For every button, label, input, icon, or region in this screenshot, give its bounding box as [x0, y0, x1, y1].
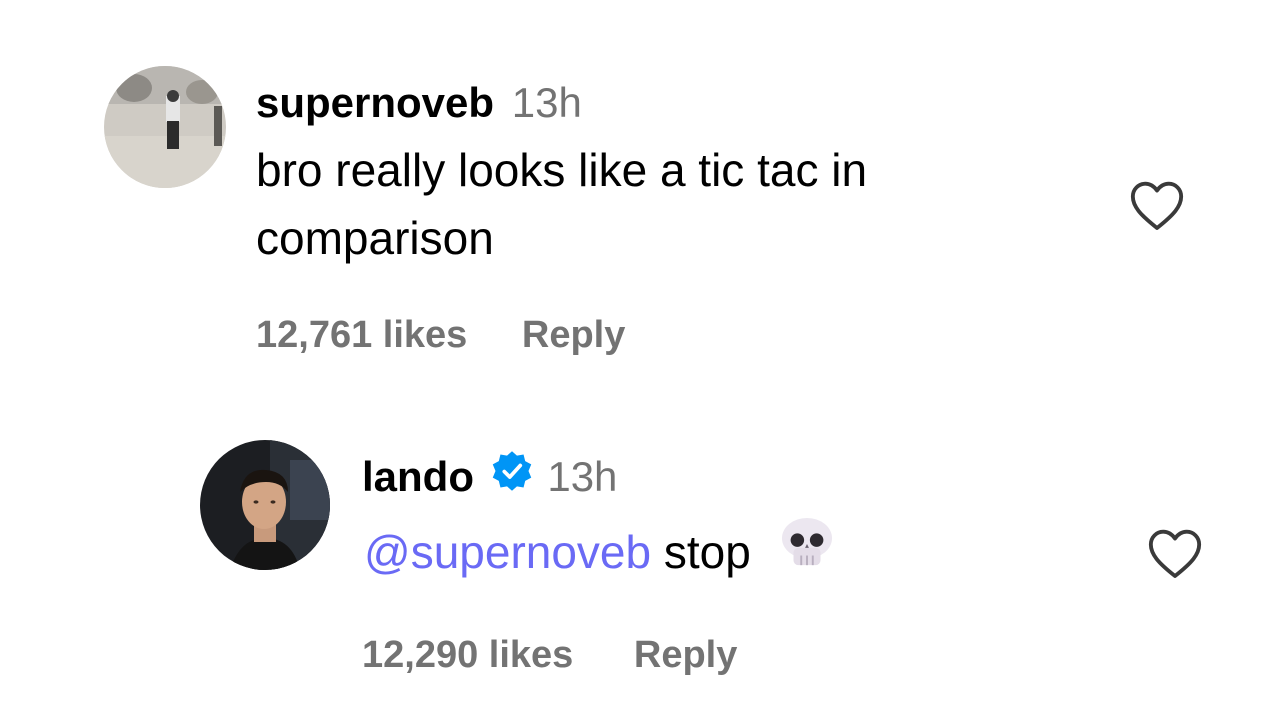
avatar-supernoveb[interactable]	[104, 66, 226, 188]
comment-text-line: bro really looks like a tic tac in	[256, 144, 868, 196]
reply-button[interactable]: Reply	[522, 312, 625, 358]
skull-emoji-icon	[778, 517, 836, 587]
username[interactable]: supernoveb	[256, 79, 494, 126]
verified-badge-icon	[490, 449, 534, 504]
comment-text: @supernoveb stop	[364, 517, 1064, 587]
avatar-lando[interactable]	[200, 440, 330, 570]
reply-button[interactable]: Reply	[634, 632, 737, 678]
likes-count[interactable]: 12,761 likes	[256, 312, 467, 358]
comment-text-line: comparison	[256, 212, 494, 264]
comment-text-body: stop	[663, 526, 751, 578]
timestamp: 13h	[511, 79, 582, 126]
avatar-image	[104, 66, 226, 188]
mention-link[interactable]: @supernoveb	[364, 526, 651, 578]
likes-count[interactable]: 12,290 likes	[362, 632, 573, 678]
avatar-image	[200, 440, 330, 570]
comment-text: bro really looks like a tic tac in compa…	[256, 136, 1056, 272]
heart-outline-icon[interactable]	[1128, 178, 1186, 232]
timestamp: 13h	[547, 453, 618, 500]
heart-outline-icon[interactable]	[1146, 526, 1204, 580]
username[interactable]: lando	[362, 453, 474, 500]
